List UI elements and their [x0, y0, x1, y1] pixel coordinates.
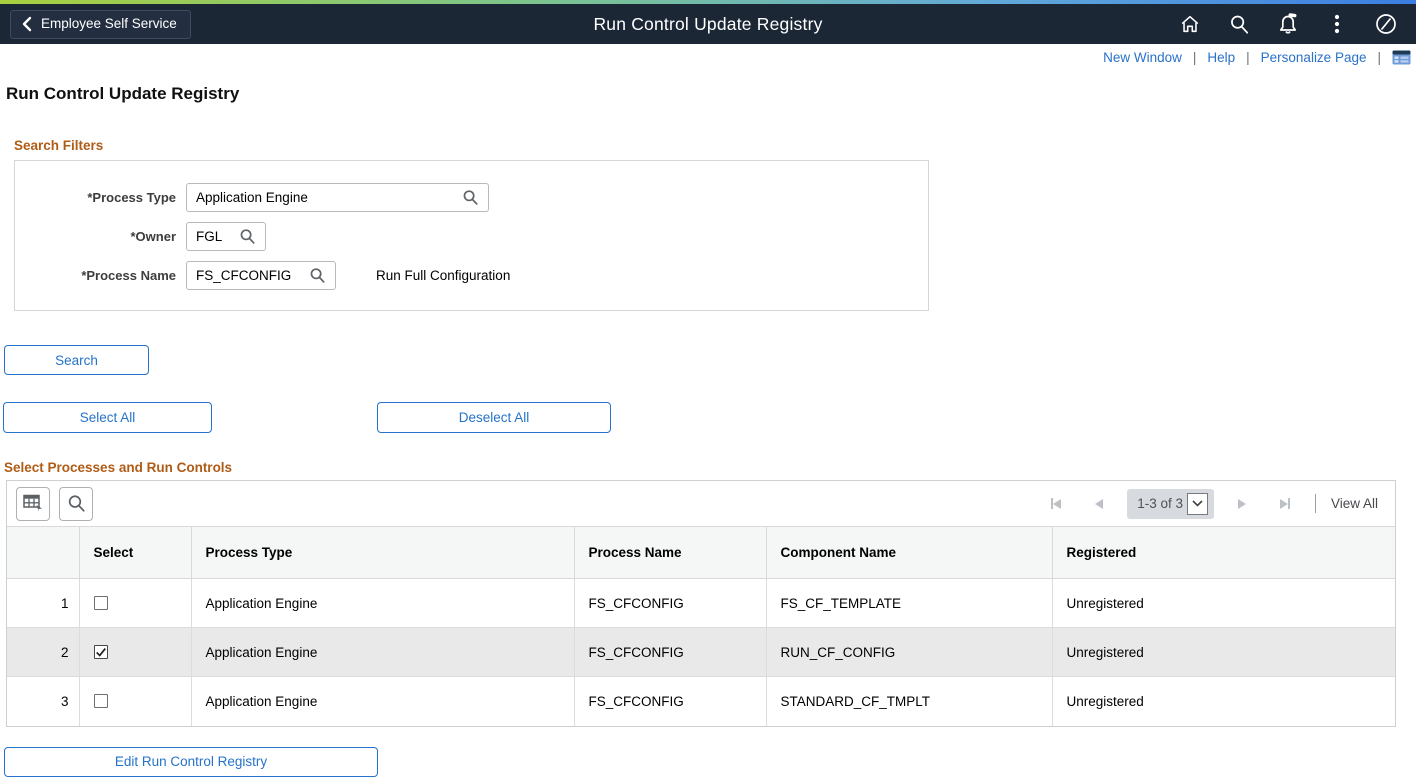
select-buttons-row: Select All Deselect All — [0, 402, 1416, 433]
row-number: 3 — [7, 677, 79, 726]
deselect-all-button[interactable]: Deselect All — [377, 402, 611, 433]
processes-grid: 1-3 of 3 View All Select — [6, 480, 1396, 727]
col-header-component-name: Component Name — [766, 527, 1052, 579]
process-table: Select Process Type Process Name Compone… — [7, 526, 1395, 726]
process-name-lookup-icon[interactable] — [301, 267, 326, 284]
col-header-rownum — [7, 527, 79, 579]
processes-grid-section: Select Processes and Run Controls — [4, 460, 1416, 727]
owner-lookup-icon[interactable] — [231, 228, 256, 245]
cell-process-type: Application Engine — [191, 579, 574, 628]
previous-page-icon[interactable] — [1089, 499, 1109, 509]
col-header-process-type: Process Type — [191, 527, 574, 579]
first-page-icon[interactable] — [1045, 498, 1067, 509]
table-row: 1 Application EngineFS_CFCONFIGFS_CF_TEMP… — [7, 579, 1395, 628]
process-description: Run Full Configuration — [376, 268, 510, 283]
navbar-icon[interactable] — [1361, 4, 1410, 44]
row-select-cell — [79, 628, 191, 677]
process-name-input[interactable]: FS_CFCONFIG — [186, 261, 336, 290]
page-title: Run Control Update Registry — [6, 84, 1416, 104]
row-select-checkbox[interactable] — [94, 694, 108, 708]
cell-process-type: Application Engine — [191, 628, 574, 677]
search-button[interactable]: Search — [4, 345, 149, 375]
help-link[interactable]: Help — [1207, 50, 1235, 65]
header-icons — [1165, 4, 1410, 44]
home-icon[interactable] — [1165, 4, 1214, 44]
cell-component-name: STANDARD_CF_TMPLT — [766, 677, 1052, 726]
page-range-pill: 1-3 of 3 — [1127, 489, 1214, 519]
cell-component-name: FS_CF_TEMPLATE — [766, 579, 1052, 628]
search-filters-section: Search Filters *Process Type Application… — [14, 138, 1416, 311]
row-number: 2 — [7, 628, 79, 677]
personalize-page-link[interactable]: Personalize Page — [1261, 50, 1367, 65]
edit-run-control-registry-button[interactable]: Edit Run Control Registry — [4, 747, 378, 777]
search-icon[interactable] — [1214, 4, 1263, 44]
process-name-label: *Process Name — [15, 268, 176, 283]
link-separator: | — [1246, 50, 1250, 65]
row-select-checkbox[interactable] — [94, 645, 108, 659]
filter-row-process-type: *Process Type Application Engine — [15, 183, 928, 212]
page-range-dropdown[interactable] — [1187, 493, 1208, 515]
owner-label: *Owner — [15, 229, 176, 244]
process-type-lookup-icon[interactable] — [454, 189, 479, 206]
actions-menu-icon[interactable] — [1312, 4, 1361, 44]
col-header-process-name: Process Name — [574, 527, 766, 579]
process-type-value: Application Engine — [196, 190, 308, 205]
row-select-checkbox[interactable] — [94, 596, 108, 610]
chevron-left-icon — [21, 16, 32, 32]
grid-pagination: 1-3 of 3 View All — [1045, 489, 1386, 519]
cell-process-name: FS_CFCONFIG — [574, 677, 766, 726]
filter-row-process-name: *Process Name FS_CFCONFIG Run Full Confi… — [15, 261, 928, 290]
process-type-label: *Process Type — [15, 190, 176, 205]
next-page-icon[interactable] — [1232, 499, 1252, 509]
app-header: Employee Self Service Run Control Update… — [0, 4, 1416, 44]
cell-registered: Unregistered — [1052, 579, 1395, 628]
cell-process-type: Application Engine — [191, 677, 574, 726]
processes-grid-heading: Select Processes and Run Controls — [4, 460, 1416, 475]
back-button[interactable]: Employee Self Service — [10, 10, 191, 39]
col-header-select: Select — [79, 527, 191, 579]
grid-toolbar: 1-3 of 3 View All — [7, 481, 1395, 526]
layout-grid-icon[interactable] — [1392, 50, 1411, 65]
row-number: 1 — [7, 579, 79, 628]
select-all-button[interactable]: Select All — [3, 402, 212, 433]
notifications-icon[interactable] — [1263, 4, 1312, 44]
personalize-grid-icon[interactable] — [16, 487, 50, 521]
table-row: 2 Application EngineFS_CFCONFIGRUN_CF_CON… — [7, 628, 1395, 677]
col-header-registered: Registered — [1052, 527, 1395, 579]
row-select-cell — [79, 579, 191, 628]
process-table-body: 1 Application EngineFS_CFCONFIGFS_CF_TEMP… — [7, 579, 1395, 726]
utility-links-row: New Window | Help | Personalize Page | — [0, 44, 1416, 71]
table-header-row: Select Process Type Process Name Compone… — [7, 527, 1395, 579]
cell-registered: Unregistered — [1052, 628, 1395, 677]
link-separator: | — [1193, 50, 1197, 65]
filter-row-owner: *Owner FGL — [15, 222, 928, 251]
cell-registered: Unregistered — [1052, 677, 1395, 726]
process-type-input[interactable]: Application Engine — [186, 183, 489, 212]
view-all-link[interactable]: View All — [1331, 496, 1378, 511]
link-separator: | — [1377, 50, 1381, 65]
cell-component-name: RUN_CF_CONFIG — [766, 628, 1052, 677]
grid-search-icon[interactable] — [59, 487, 93, 521]
back-button-label: Employee Self Service — [41, 16, 177, 31]
page-range-label: 1-3 of 3 — [1137, 496, 1183, 511]
cell-process-name: FS_CFCONFIG — [574, 579, 766, 628]
search-filters-heading: Search Filters — [14, 138, 1416, 153]
new-window-link[interactable]: New Window — [1103, 50, 1182, 65]
last-page-icon[interactable] — [1274, 498, 1296, 509]
cell-process-name: FS_CFCONFIG — [574, 628, 766, 677]
owner-input[interactable]: FGL — [186, 222, 266, 251]
table-row: 3 Application EngineFS_CFCONFIGSTANDARD_C… — [7, 677, 1395, 726]
owner-value: FGL — [196, 229, 222, 244]
pagination-divider — [1315, 494, 1316, 513]
search-filters-box: *Process Type Application Engine *Owner … — [14, 160, 929, 311]
process-name-value: FS_CFCONFIG — [196, 268, 291, 283]
row-select-cell — [79, 677, 191, 726]
